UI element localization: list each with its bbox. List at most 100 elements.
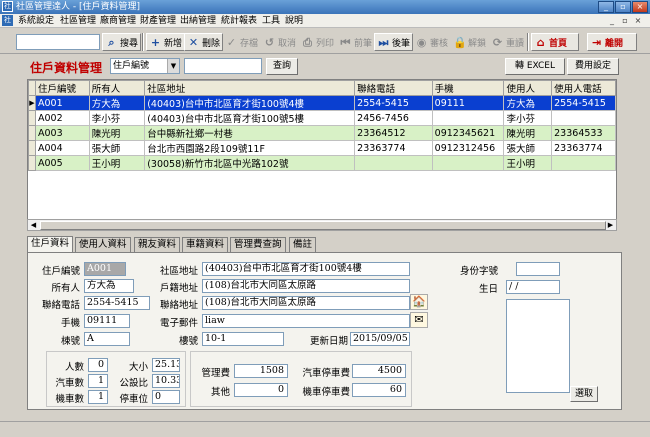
menu-system-settings[interactable]: 系統設定 <box>18 14 54 28</box>
table-cell[interactable] <box>354 155 433 171</box>
menu-reports[interactable]: 統計報表 <box>221 14 257 28</box>
table-cell[interactable]: 2554-5415 <box>551 95 616 111</box>
horizontal-scrollbar[interactable]: ◀ ▶ <box>27 219 617 231</box>
search-button[interactable]: ⌕ 搜尋 <box>102 33 142 51</box>
home-button[interactable]: ⌂ 首頁 <box>531 33 579 51</box>
car-parking-fee-field[interactable]: 4500 <box>352 364 406 378</box>
table-cell[interactable]: 李小芬 <box>88 110 146 126</box>
other-fee-field[interactable]: 0 <box>234 383 288 397</box>
table-cell[interactable]: 2456-7456 <box>354 110 433 126</box>
filter-value-input[interactable] <box>184 58 262 74</box>
people-field[interactable]: 0 <box>88 358 108 372</box>
id-number-field[interactable] <box>516 262 560 276</box>
table-cell[interactable]: 方大為 <box>503 95 553 111</box>
table-cell[interactable]: 0912345621 <box>431 125 505 141</box>
cancel-button[interactable]: ↺ 取消 <box>260 33 299 51</box>
export-excel-button[interactable]: 轉 EXCEL <box>505 58 565 75</box>
table-row[interactable]: A005 王小明 (30058)新竹市北區中光路102號 王小明 <box>28 155 616 171</box>
updated-date-field[interactable]: 2015/09/05 <box>350 332 410 346</box>
tab-notes[interactable]: 備註 <box>289 237 317 253</box>
scroll-right-icon[interactable]: ▶ <box>605 220 616 230</box>
owner-field[interactable]: 方大為 <box>84 279 134 293</box>
print-button[interactable]: ⎙ 列印 <box>298 33 337 51</box>
add-button[interactable]: + 新增 <box>146 33 186 51</box>
menu-community[interactable]: 社區管理 <box>60 14 96 28</box>
maximize-button[interactable]: ▫ <box>615 1 631 13</box>
query-button[interactable]: 查詢 <box>266 58 298 75</box>
table-row[interactable]: A004 張大師 台北市西園路2段109號11F 23363774 091231… <box>28 140 616 156</box>
building-field[interactable]: A <box>84 332 130 346</box>
column-header[interactable]: 所有人 <box>88 80 146 96</box>
table-cell[interactable]: 陳光明 <box>503 125 553 141</box>
table-cell[interactable]: 09111 <box>431 95 505 111</box>
floor-field[interactable]: 10-1 <box>202 332 284 346</box>
mdi-restore-button[interactable]: ▫ <box>620 16 630 26</box>
motorcycles-field[interactable]: 1 <box>88 390 108 404</box>
table-cell[interactable]: A001 <box>34 95 90 111</box>
menu-help[interactable]: 說明 <box>285 14 303 28</box>
column-header[interactable]: 聯絡電話 <box>354 80 433 96</box>
public-ratio-field[interactable]: 10.33 <box>152 374 180 388</box>
house-icon[interactable]: 🏠 <box>410 294 428 310</box>
table-cell[interactable]: 23363774 <box>551 140 616 156</box>
birthday-field[interactable]: / / <box>506 280 560 294</box>
menu-cashier[interactable]: 出納管理 <box>180 14 216 28</box>
management-fee-field[interactable]: 1508 <box>234 364 288 378</box>
delete-button[interactable]: ✕ 刪除 <box>184 33 224 51</box>
tab-fee-query[interactable]: 管理費查詢 <box>230 237 286 253</box>
close-button[interactable]: × <box>632 1 648 13</box>
table-row[interactable]: A003 陳光明 台中縣新社鄉一村巷 23364512 0912345621 陳… <box>28 125 616 141</box>
table-cell[interactable]: 23363774 <box>354 140 433 156</box>
select-photo-button[interactable]: 選取 <box>570 386 598 402</box>
table-cell[interactable]: 台中縣新社鄉一村巷 <box>144 125 356 141</box>
tab-vehicles[interactable]: 車籍資料 <box>182 237 229 253</box>
table-cell[interactable]: 23364512 <box>354 125 433 141</box>
table-row[interactable]: A002 李小芬 (40403)台中市北區育才街100號5樓 2456-7456… <box>28 110 616 126</box>
table-cell[interactable] <box>431 155 505 171</box>
previous-record-button[interactable]: ⏮ 前筆 <box>336 33 375 51</box>
column-header[interactable]: 手機 <box>431 80 505 96</box>
table-cell[interactable]: 李小芬 <box>503 110 553 126</box>
table-cell[interactable]: 台北市西園路2段109號11F <box>144 140 356 156</box>
table-cell[interactable]: 王小明 <box>88 155 146 171</box>
table-cell[interactable]: (30058)新竹市北區中光路102號 <box>144 155 356 171</box>
contact-address-field[interactable]: (108)台北市大同區太原路 <box>202 296 410 310</box>
tab-user[interactable]: 使用人資料 <box>75 237 131 253</box>
household-address-field[interactable]: (108)台北市大同區太原路 <box>202 279 410 293</box>
table-cell[interactable]: A002 <box>34 110 90 126</box>
mobile-field[interactable]: 09111 <box>84 314 130 328</box>
column-header[interactable]: 使用人電話 <box>551 80 616 96</box>
table-cell[interactable]: A005 <box>34 155 90 171</box>
unlock-button[interactable]: 🔒 解鎖 <box>450 33 489 51</box>
reload-button[interactable]: ⟳ 重讀 <box>488 33 527 51</box>
size-field[interactable]: 25.13 <box>152 358 180 372</box>
column-header[interactable]: 住戶編號 <box>34 80 90 96</box>
table-cell[interactable] <box>551 110 616 126</box>
cars-field[interactable]: 1 <box>88 374 108 388</box>
table-cell[interactable]: A003 <box>34 125 90 141</box>
menu-assets[interactable]: 財產管理 <box>140 14 176 28</box>
motorcycle-parking-fee-field[interactable]: 60 <box>352 383 406 397</box>
table-cell[interactable]: 張大師 <box>88 140 146 156</box>
fee-settings-button[interactable]: 費用設定 <box>567 58 619 75</box>
next-record-button[interactable]: ⏭ 後筆 <box>374 33 414 51</box>
table-cell[interactable]: 張大師 <box>503 140 553 156</box>
mdi-child-icon[interactable]: 社 <box>2 15 13 26</box>
menu-tools[interactable]: 工具 <box>262 14 280 28</box>
mdi-minimize-button[interactable]: _ <box>607 16 617 26</box>
parking-field[interactable]: 0 <box>152 390 180 404</box>
mdi-close-button[interactable]: × <box>633 16 643 26</box>
scrollbar-thumb[interactable] <box>40 221 606 230</box>
table-cell[interactable]: 23364533 <box>551 125 616 141</box>
table-cell[interactable]: (40403)台中市北區育才街100號5樓 <box>144 110 356 126</box>
table-cell[interactable]: 王小明 <box>503 155 553 171</box>
table-cell[interactable] <box>431 110 505 126</box>
column-header[interactable]: 社區地址 <box>144 80 356 96</box>
table-cell[interactable]: (40403)台中市北區育才街100號4樓 <box>144 95 356 111</box>
table-cell[interactable]: 0912312456 <box>431 140 505 156</box>
table-cell[interactable]: 2554-5415 <box>354 95 433 111</box>
table-cell[interactable]: 陳光明 <box>88 125 146 141</box>
review-button[interactable]: ◉ 審核 <box>412 33 451 51</box>
search-input[interactable] <box>16 34 100 50</box>
scroll-left-icon[interactable]: ◀ <box>28 220 39 230</box>
